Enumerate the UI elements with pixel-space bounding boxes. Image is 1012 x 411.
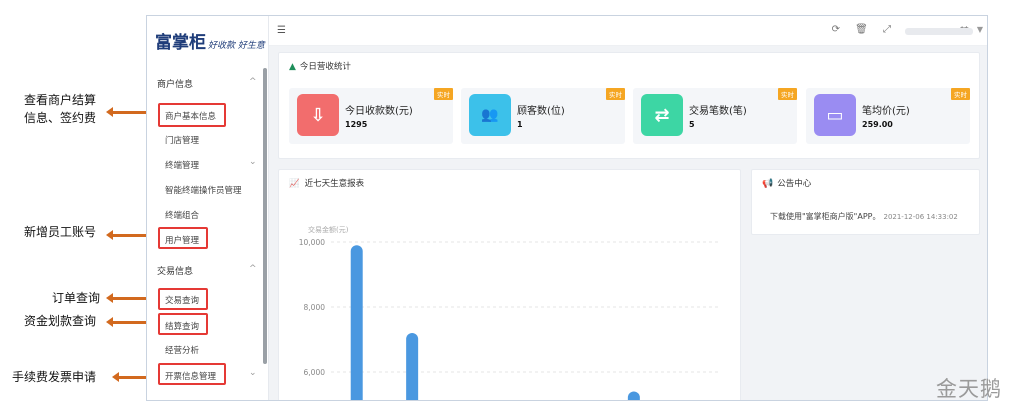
sidebar: 富掌柜 好收款 好生意 商户信息 ^ 商户基本信息 门店管理 终端管理 ⌄ 智能终… xyxy=(147,16,269,400)
alert-icon: ▲ xyxy=(289,62,296,72)
chart-bar[interactable] xyxy=(350,245,363,401)
toolbar-icons[interactable]: ⟳ 🗑 ⤢ xyxy=(832,24,897,35)
download-icon: ⇩ xyxy=(297,94,339,136)
user-name-redacted xyxy=(905,28,973,35)
highlight-merchant-info xyxy=(158,103,226,127)
watermark: 金天鹅 xyxy=(936,377,1002,401)
notice-center-title: 📢 公告中心 xyxy=(762,179,812,189)
bar-chart: 交易金额(元) 6,000 8,000 10,000 xyxy=(299,225,719,402)
stat-label: 今日收款数(元) xyxy=(345,106,413,117)
stat-card-transactions: ⇄ 交易笔数(笔) 5 实时 xyxy=(633,88,797,144)
stat-card-revenue: ⇩ 今日收款数(元) 1295 实时 xyxy=(289,88,453,144)
annotation-new-staff: 新增员工账号 xyxy=(24,225,97,239)
sidebar-section-merchant[interactable]: 商户信息 xyxy=(157,77,193,90)
stat-value: 1 xyxy=(517,120,523,129)
stat-card-average: ▭ 笔均价(元) 259.00 实时 xyxy=(806,88,970,144)
realtime-badge: 实时 xyxy=(778,88,797,100)
top-bar: ☰ ⟳ 🗑 ⤢ 转 ▼ xyxy=(269,16,987,46)
highlight-transaction-query xyxy=(158,288,208,310)
sidebar-item-business-analysis[interactable]: 经营分析 xyxy=(165,344,199,356)
y-axis-label: 交易金额(元) xyxy=(308,225,349,234)
app-window: 富掌柜 好收款 好生意 商户信息 ^ 商户基本信息 门店管理 终端管理 ⌄ 智能终… xyxy=(146,15,988,401)
stat-value: 5 xyxy=(689,120,695,129)
card-icon: ▭ xyxy=(814,94,856,136)
realtime-badge: 实时 xyxy=(434,88,453,100)
notice-center-panel: 📢 公告中心 下载使用"富掌柜商户版"APP。 2021-12-06 14:33:0… xyxy=(751,169,980,235)
megaphone-icon: 📢 xyxy=(762,179,774,189)
y-tick-label: 10,000 xyxy=(299,238,325,247)
sidebar-section-transactions[interactable]: 交易信息 xyxy=(157,264,193,277)
user-caret-icon[interactable]: ▼ xyxy=(977,25,983,34)
stat-label: 交易笔数(笔) xyxy=(689,106,747,117)
sidebar-scrollbar[interactable] xyxy=(263,68,267,364)
chart-bar[interactable] xyxy=(627,391,640,402)
chart-bar[interactable] xyxy=(406,333,419,401)
highlight-settlement-query xyxy=(158,313,208,335)
annotation-invoice: 手续费发票申请 xyxy=(12,370,97,384)
annotation-funds-query: 资金划款查询 xyxy=(24,314,97,328)
chevron-up-icon[interactable]: ^ xyxy=(249,264,257,274)
sidebar-item-terminals[interactable]: 终端管理 xyxy=(165,159,199,171)
y-tick-label: 8,000 xyxy=(304,303,326,312)
stat-label: 顾客数(位) xyxy=(517,106,565,117)
today-revenue-title: ▲ 今日营收统计 xyxy=(289,62,351,72)
exchange-icon: ⇄ xyxy=(641,94,683,136)
sidebar-item-stores[interactable]: 门店管理 xyxy=(165,134,199,146)
chevron-down-icon[interactable]: ⌄ xyxy=(249,368,257,378)
highlight-user-management xyxy=(158,227,208,249)
menu-toggle-icon[interactable]: ☰ xyxy=(277,25,286,36)
chevron-down-icon[interactable]: ⌄ xyxy=(249,157,257,167)
stat-card-customers: 👥 顾客数(位) 1 实时 xyxy=(461,88,625,144)
realtime-badge: 实时 xyxy=(951,88,970,100)
sidebar-item-terminal-groups[interactable]: 终端组合 xyxy=(165,209,199,221)
realtime-badge: 实时 xyxy=(606,88,625,100)
sidebar-item-terminal-operators[interactable]: 智能终端操作员管理 xyxy=(165,184,242,196)
logo: 富掌柜 好收款 好生意 xyxy=(155,33,265,53)
notice-item[interactable]: 下载使用"富掌柜商户版"APP。 2021-12-06 14:33:02 xyxy=(770,211,958,222)
y-tick-label: 6,000 xyxy=(304,368,326,377)
annotation-order-query: 订单查询 xyxy=(52,291,101,305)
chevron-up-icon[interactable]: ^ xyxy=(249,77,257,87)
highlight-invoice-management xyxy=(158,363,226,385)
today-revenue-panel: ▲ 今日营收统计 ⇩ 今日收款数(元) 1295 实时 👥 顾客数(位) 1 实时… xyxy=(278,52,980,159)
stat-value: 1295 xyxy=(345,120,368,129)
stat-label: 笔均价(元) xyxy=(862,106,910,117)
people-icon: 👥 xyxy=(469,94,511,136)
annotation-settlement: 查看商户结算 信息、签约费 xyxy=(24,93,97,125)
stat-value: 259.00 xyxy=(862,120,893,129)
seven-day-report-panel: 📈 近七天生意报表 交易金额(元) 6,000 8,000 10,000 xyxy=(278,169,741,402)
